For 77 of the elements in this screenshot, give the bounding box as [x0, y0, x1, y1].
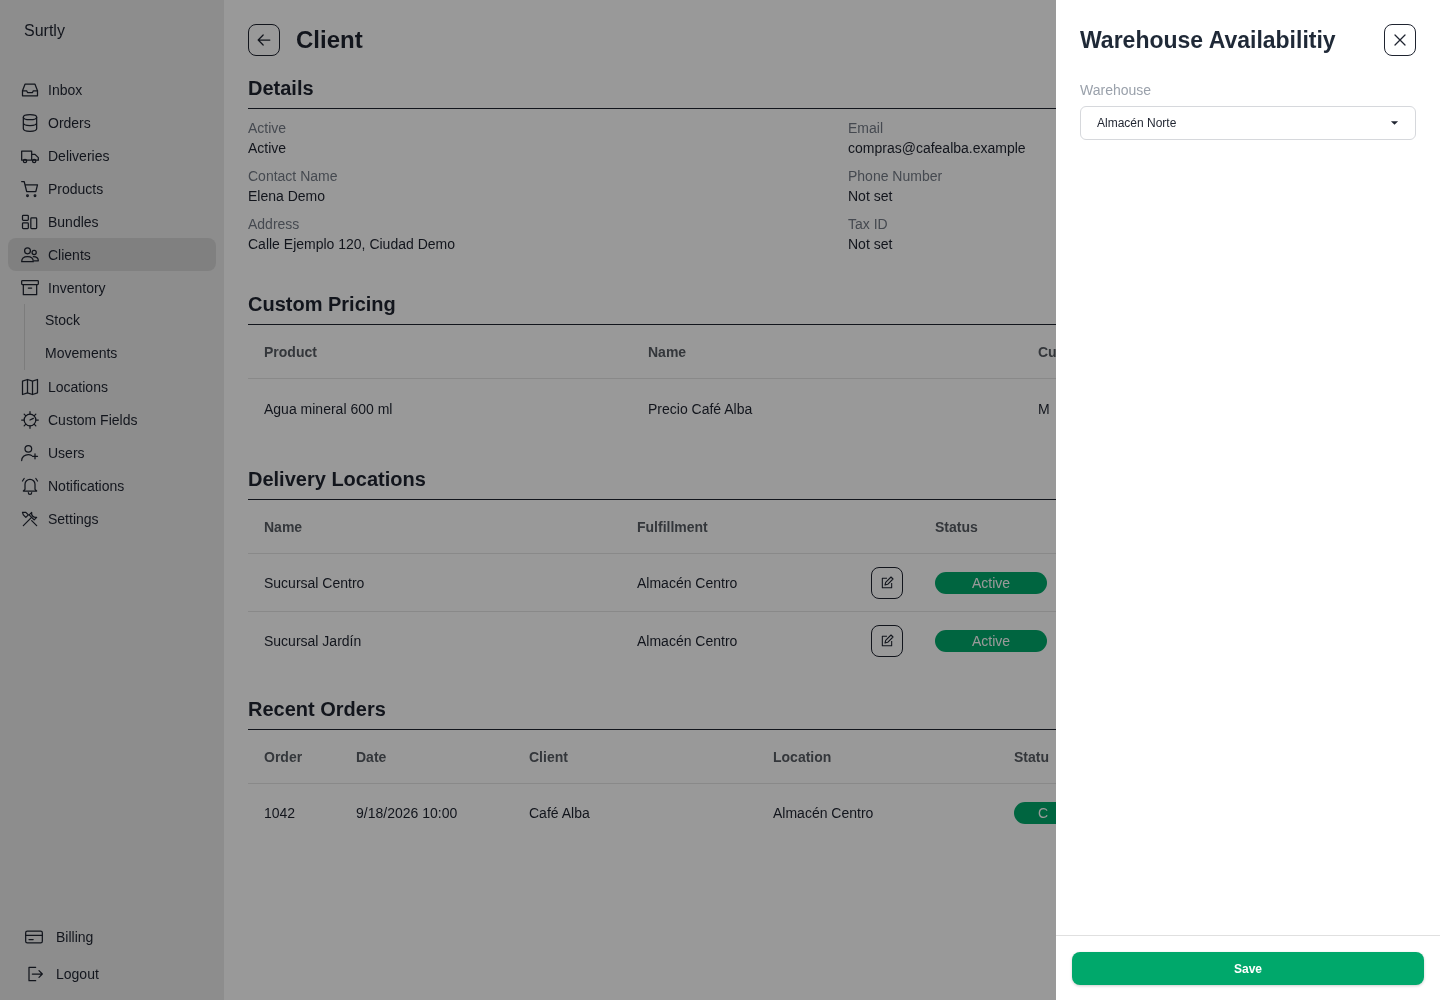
- field-label: Email: [848, 119, 884, 137]
- field-value: Active: [248, 139, 288, 158]
- users-icon: [20, 244, 40, 265]
- column-header: Name: [263, 518, 304, 535]
- field-value: Not set: [848, 187, 894, 206]
- sidebar-item[interactable]: Users: [8, 436, 216, 469]
- table-cell-text: Sucursal Jardín: [263, 632, 363, 649]
- section-heading: Custom Pricing: [248, 292, 397, 317]
- field-label: Warehouse: [1080, 82, 1153, 98]
- sidebar-item[interactable]: Bundles: [8, 205, 216, 238]
- archive-icon: [20, 277, 40, 298]
- sidebar-item[interactable]: Orders: [8, 106, 216, 139]
- column-header: Statu: [1013, 748, 1050, 765]
- warehouse-select[interactable]: Almacén Norte: [1080, 106, 1416, 140]
- sidebar-subitem[interactable]: Movements: [45, 337, 216, 370]
- field-label: Contact Name: [248, 167, 339, 185]
- table-cell-text: Almacén Centro: [636, 632, 739, 649]
- bell-icon: [20, 475, 40, 496]
- column-header: Cu: [1037, 343, 1056, 360]
- sidebar-item[interactable]: Logout: [8, 955, 216, 992]
- field-label: Phone Number: [848, 167, 944, 185]
- table-cell-text: Almacén Centro: [772, 804, 875, 821]
- panel-title: Warehouse Availabilitiy: [1080, 26, 1336, 54]
- sidebar-item[interactable]: Notifications: [8, 469, 216, 502]
- field-label: Tax ID: [848, 215, 889, 233]
- sidebar-item[interactable]: Products: [8, 172, 216, 205]
- field-value: Calle Ejemplo 120, Ciudad Demo: [248, 235, 456, 254]
- column-header: Fulfillment: [636, 518, 709, 535]
- section-heading: Recent Orders: [248, 697, 387, 722]
- sidebar-item[interactable]: Inbox: [8, 73, 216, 106]
- status-badge: Active: [935, 571, 1047, 594]
- field-value: compras@cafealba.example: [848, 139, 1027, 158]
- close-button[interactable]: [1384, 24, 1416, 56]
- table-cell-text: Café Alba: [528, 804, 591, 821]
- table-cell-text: M: [1037, 401, 1051, 417]
- status-badge: C: [1014, 801, 1056, 824]
- sidebar-item[interactable]: Billing: [8, 918, 216, 955]
- column-header: Client: [528, 748, 569, 765]
- save-button[interactable]: Save: [1072, 952, 1424, 985]
- edit-icon: [879, 632, 895, 649]
- column-header: Status: [934, 518, 979, 535]
- table-cell-text: 9/18/2026 10:00: [355, 804, 459, 821]
- edit-button[interactable]: [871, 624, 903, 657]
- sidebar-item[interactable]: Inventory: [8, 271, 216, 304]
- section-heading: Details: [248, 76, 315, 101]
- database-icon: [20, 112, 40, 133]
- column-header: Product: [263, 343, 318, 360]
- caret-icon: [1390, 120, 1399, 126]
- sidebar-subitem[interactable]: Stock: [45, 304, 216, 337]
- back-button[interactable]: [248, 24, 280, 56]
- column-header: Order: [263, 748, 304, 765]
- section-heading: Delivery Locations: [248, 467, 427, 492]
- status-badge: Active: [935, 629, 1047, 652]
- page-title: Client: [296, 26, 363, 54]
- field-value: Elena Demo: [248, 187, 327, 206]
- cart-icon: [20, 178, 40, 199]
- table-cell-text: Precio Café Alba: [647, 401, 754, 417]
- table-cell-text: Almacén Centro: [636, 574, 739, 591]
- map-icon: [20, 376, 40, 397]
- edit-button[interactable]: [871, 566, 903, 599]
- sidebar-item[interactable]: Custom Fields: [8, 403, 216, 436]
- edit-icon: [879, 574, 895, 591]
- sidebar-item[interactable]: Clients: [8, 238, 216, 271]
- column-header: Name: [647, 343, 688, 360]
- user-plus-icon: [20, 442, 40, 463]
- table-cell-text: 1042: [263, 804, 297, 821]
- sidebar-item[interactable]: Settings: [8, 502, 216, 535]
- brand-name: Surtly: [23, 21, 66, 41]
- field-label: Active: [248, 119, 288, 137]
- table-cell-text: Agua mineral 600 ml: [263, 401, 394, 417]
- column-header: Location: [772, 748, 833, 765]
- column-header: Date: [355, 748, 388, 765]
- sidebar-item[interactable]: Locations: [8, 370, 216, 403]
- sidebar-item[interactable]: Deliveries: [8, 139, 216, 172]
- field-label: Address: [248, 215, 301, 233]
- field-value: Not set: [848, 235, 894, 254]
- table-cell-text: Sucursal Centro: [263, 574, 366, 591]
